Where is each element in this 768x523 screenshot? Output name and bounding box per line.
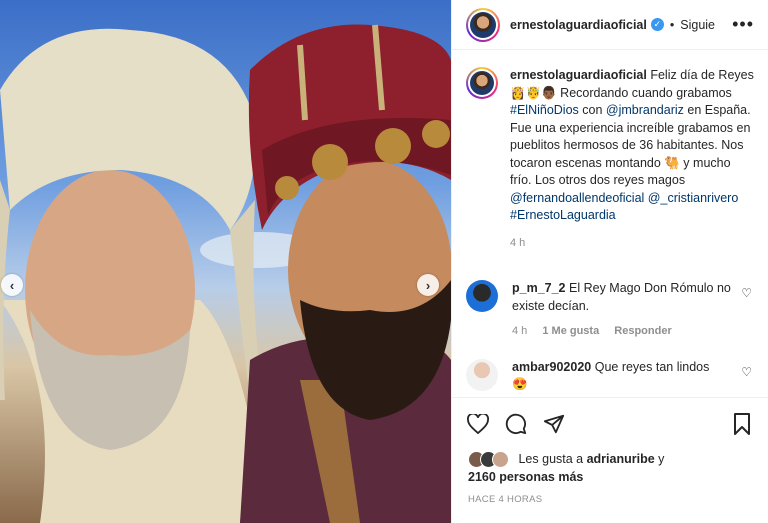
- hashtag-link[interactable]: #ErnestoLaguardia: [510, 208, 616, 222]
- like-heart-icon[interactable]: [466, 412, 490, 436]
- comment-icon[interactable]: [504, 412, 528, 436]
- likes-summary: Les gusta a adrianuribe y 2160 personas …: [468, 450, 754, 486]
- separator-dot: •: [669, 17, 675, 32]
- comment-item: p_m_7_2 El Rey Mago Don Rómulo no existe…: [466, 280, 754, 341]
- commenter-username[interactable]: ambar902020: [512, 360, 591, 374]
- reply-button[interactable]: Responder: [614, 325, 671, 337]
- action-bar: [452, 397, 768, 449]
- caption-part: con: [578, 103, 606, 117]
- comment-time: 4 h: [512, 325, 528, 337]
- post-photo: ‹ ›: [0, 0, 451, 523]
- commenter-avatar[interactable]: [466, 358, 498, 391]
- mention-link[interactable]: @jmbrandariz: [606, 103, 684, 117]
- comment-text: Que reyes tan lindos: [594, 359, 710, 374]
- like-comment-heart-icon[interactable]: ♡: [741, 365, 752, 379]
- likers-avatars: [468, 451, 509, 469]
- mention-link[interactable]: @fernandoallendeoficial: [510, 191, 644, 205]
- comment-emoji: 😍: [512, 377, 528, 391]
- likes-count-link[interactable]: 2160 personas más: [468, 470, 583, 484]
- comment-likes-link[interactable]: 1 Me gusta: [542, 325, 599, 337]
- post-header: ernestolaguardiaoficial ✓ • Siguie •••: [452, 0, 768, 50]
- liker-username[interactable]: adrianuribe: [587, 452, 655, 466]
- like-comment-heart-icon[interactable]: ♡: [741, 286, 752, 300]
- more-options-icon[interactable]: •••: [732, 14, 754, 35]
- caption-text: ernestolaguardiaoficial Feliz día de Rey…: [510, 67, 754, 252]
- likes-prefix: Les gusta a: [518, 452, 587, 466]
- comment-item: ambar902020 Que reyes tan lindos 😍 ♡: [466, 358, 754, 394]
- caption-username[interactable]: ernestolaguardiaoficial: [510, 68, 647, 82]
- next-photo-button[interactable]: ›: [417, 274, 439, 296]
- caption: ernestolaguardiaoficial Feliz día de Rey…: [466, 67, 754, 252]
- save-bookmark-icon[interactable]: [730, 412, 754, 436]
- author-username[interactable]: ernestolaguardiaoficial: [510, 18, 647, 32]
- previous-photo-button[interactable]: ‹: [1, 274, 23, 296]
- commenter-avatar[interactable]: [466, 280, 498, 312]
- commenter-username[interactable]: p_m_7_2: [512, 281, 566, 295]
- likes-mid: y: [654, 452, 665, 466]
- follow-button[interactable]: Siguie: [680, 18, 715, 32]
- post-time-ago[interactable]: HACE 4 HORAS: [468, 494, 542, 505]
- author-avatar[interactable]: [466, 7, 500, 42]
- caption-time: 4 h: [510, 236, 526, 249]
- verified-icon: ✓: [650, 18, 664, 31]
- comments-section[interactable]: ernestolaguardiaoficial Feliz día de Rey…: [452, 51, 768, 396]
- caption-author-avatar[interactable]: [466, 67, 498, 99]
- selfie-image: [0, 24, 451, 523]
- hashtag-link[interactable]: #ElNiñoDios: [510, 103, 579, 117]
- post-side-panel: ernestolaguardiaoficial ✓ • Siguie ••• e…: [451, 0, 768, 523]
- share-icon[interactable]: [542, 412, 566, 436]
- mention-link[interactable]: @_cristianrivero: [648, 191, 739, 205]
- comment-meta: 4 h 1 Me gusta Responder: [512, 323, 742, 341]
